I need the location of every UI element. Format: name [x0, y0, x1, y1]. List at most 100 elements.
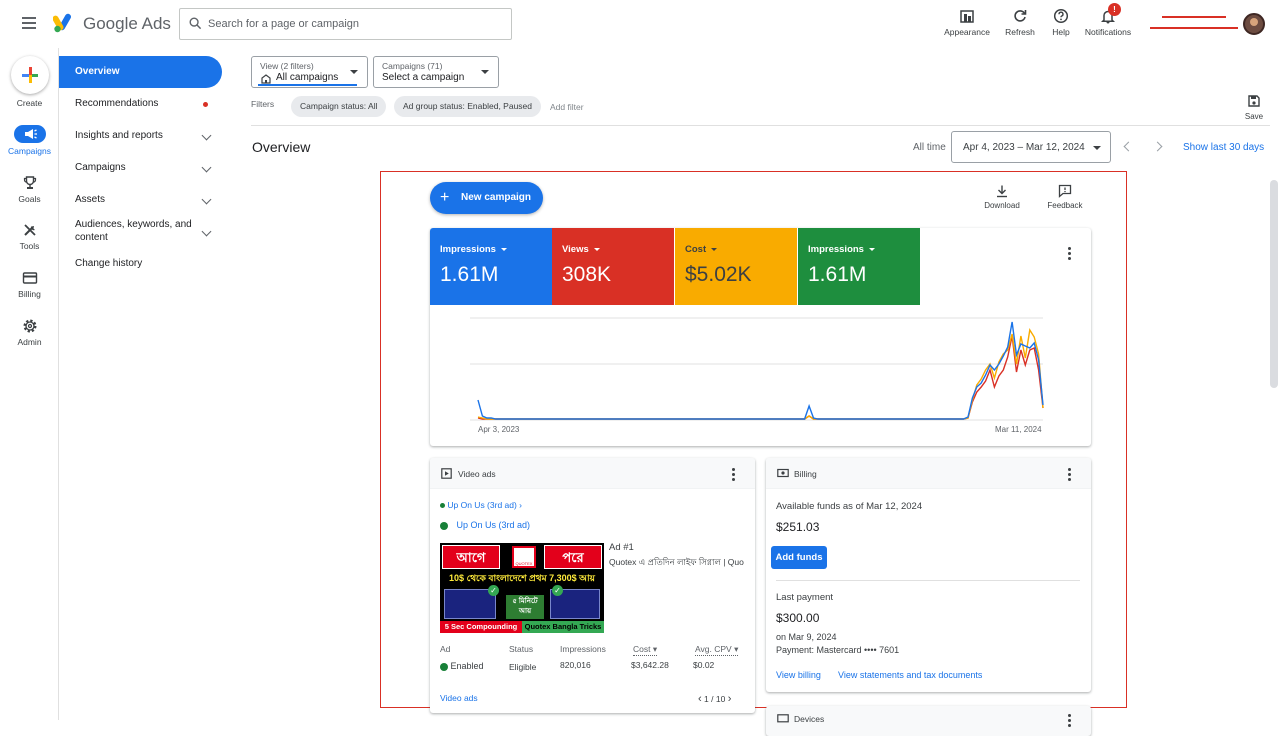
notifications-button[interactable]: ! Notifications: [1082, 3, 1134, 37]
create-button[interactable]: Create: [0, 56, 59, 108]
new-campaign-button[interactable]: + New campaign: [430, 182, 543, 214]
notification-dot: [203, 102, 208, 107]
feedback-button[interactable]: Feedback: [1044, 184, 1086, 210]
video-thumbnail[interactable]: আগে QUOTEX পরে 10$ থেকে বাংলাদেশে প্রথম …: [440, 543, 604, 633]
save-button[interactable]: Save: [1240, 94, 1268, 121]
help-label: Help: [1052, 27, 1070, 37]
gear-icon: [23, 319, 36, 333]
campaign-selector[interactable]: Campaigns (71) Select a campaign: [373, 56, 499, 88]
view-selector-caption: View (2 filters): [260, 61, 314, 71]
next-period-icon[interactable]: [1152, 141, 1163, 152]
campaign-selector-value: Select a campaign: [382, 72, 465, 83]
video-ads-title: Video ads: [458, 469, 496, 479]
row-cpv: $0.02: [693, 660, 715, 670]
selector-underline: [258, 84, 357, 86]
rail-billing[interactable]: Billing: [0, 270, 59, 299]
appearance-icon: [960, 10, 974, 23]
money-icon: [777, 468, 789, 478]
nav-campaigns[interactable]: Campaigns: [59, 152, 222, 184]
add-filter-link[interactable]: Add filter: [550, 102, 584, 112]
campaign-name[interactable]: Up On Us (3rd ad): [440, 520, 530, 530]
thumb-before: আগে: [442, 545, 500, 569]
help-button[interactable]: Help: [1049, 6, 1073, 37]
ad-number: Ad #1: [609, 542, 634, 553]
nav-audiences-label: Audiences, keywords, and content: [75, 219, 192, 243]
download-button[interactable]: Download: [980, 184, 1024, 210]
more-options-icon[interactable]: [1068, 714, 1071, 729]
row-ad-status: Enabled: [440, 661, 484, 671]
col-header-cost[interactable]: Cost ▾: [633, 644, 658, 656]
save-icon: [1248, 95, 1260, 107]
devices-icon: [777, 714, 789, 723]
chevron-right-icon[interactable]: ›: [728, 693, 732, 705]
search-icon: [189, 17, 202, 30]
date-range-picker[interactable]: Apr 4, 2023 – Mar 12, 2024: [951, 131, 1111, 163]
trophy-icon: [23, 176, 36, 189]
campaign-breadcrumb[interactable]: Up On Us (3rd ad) ›: [440, 500, 522, 510]
goals-label: Goals: [18, 194, 41, 204]
feedback-label: Feedback: [1047, 201, 1083, 210]
available-funds-value: $251.03: [776, 520, 820, 534]
col-header-cost-label: Cost: [633, 644, 651, 654]
refresh-icon: [1014, 10, 1027, 22]
view-statements-link[interactable]: View statements and tax documents: [838, 670, 982, 680]
account-info-redacted[interactable]: [1150, 12, 1238, 34]
billing-card: Billing Available funds as of Mar 12, 20…: [766, 458, 1091, 692]
check-icon: ✓: [488, 585, 499, 596]
status-dot: [440, 662, 448, 671]
nav-change-history[interactable]: Change history: [59, 256, 222, 272]
nav-overview[interactable]: Overview: [59, 56, 222, 88]
rail-tools[interactable]: Tools: [0, 222, 59, 251]
google-ads-logo[interactable]: [53, 13, 75, 33]
filter-chip-ad-group-status[interactable]: Ad group status: Enabled, Paused: [394, 96, 542, 117]
thumb-after: পরে: [544, 545, 602, 569]
appearance-button[interactable]: Appearance: [944, 6, 990, 37]
view-selector-value: All campaigns: [276, 72, 339, 83]
nav-assets[interactable]: Assets: [59, 184, 222, 216]
chevron-down-icon: [201, 226, 212, 237]
view-billing-link[interactable]: View billing: [776, 670, 821, 680]
campaign-name-link: Up On Us (3rd ad): [456, 520, 531, 530]
filter-chip-campaign-status[interactable]: Campaign status: All: [291, 96, 387, 117]
rail-admin[interactable]: Admin: [0, 318, 59, 347]
video-ads-link[interactable]: Video ads: [440, 693, 478, 703]
more-options-icon[interactable]: [732, 468, 735, 483]
credit-card-icon: [22, 272, 37, 284]
nav-insights[interactable]: Insights and reports: [59, 120, 222, 152]
available-funds-label: Available funds as of Mar 12, 2024: [776, 501, 923, 512]
last-payment-value: $300.00: [776, 611, 820, 625]
view-selector[interactable]: View (2 filters) All campaigns: [251, 56, 368, 88]
notifications-label: Notifications: [1084, 27, 1132, 37]
campaigns-icon: [13, 125, 46, 143]
search-input[interactable]: Search for a page or campaign: [179, 8, 512, 40]
more-options-icon[interactable]: [1068, 468, 1071, 483]
nav-audiences[interactable]: Audiences, keywords, and content: [59, 218, 222, 246]
menu-icon[interactable]: [22, 17, 36, 29]
show-last-30-days-link[interactable]: Show last 30 days: [1183, 142, 1264, 153]
performance-card: Impressions 1.61M Views 308K Cost $5.02K…: [430, 228, 1091, 446]
video-icon: [441, 468, 452, 479]
series-line-cost: [477, 328, 1044, 420]
refresh-button[interactable]: Refresh: [1003, 6, 1037, 37]
add-funds-button[interactable]: Add funds: [771, 546, 827, 569]
col-header-avg-cpv-label: Avg. CPV: [695, 644, 732, 654]
feedback-icon: [1058, 184, 1072, 198]
nav-recommendations[interactable]: Recommendations: [59, 88, 222, 120]
status-dot: [440, 503, 445, 509]
refresh-label: Refresh: [1005, 27, 1035, 37]
filters-label: Filters: [251, 99, 275, 109]
brand-name: Google Ads: [83, 14, 171, 33]
admin-label: Admin: [17, 337, 42, 347]
previous-period-icon[interactable]: [1123, 141, 1134, 152]
avatar[interactable]: [1243, 13, 1265, 35]
col-header-avg-cpv[interactable]: Avg. CPV ▾: [695, 644, 739, 656]
scrollbar[interactable]: [1270, 180, 1278, 388]
row-enabled: Enabled: [450, 661, 484, 671]
devices-title: Devices: [794, 714, 825, 724]
building-icon: [261, 74, 271, 84]
chevron-left-icon[interactable]: ‹: [698, 693, 702, 705]
rail-goals[interactable]: Goals: [0, 175, 59, 204]
col-header-status: Status: [509, 644, 534, 654]
rail-campaigns[interactable]: Campaigns: [0, 125, 59, 156]
series-line-views: [477, 335, 1044, 420]
